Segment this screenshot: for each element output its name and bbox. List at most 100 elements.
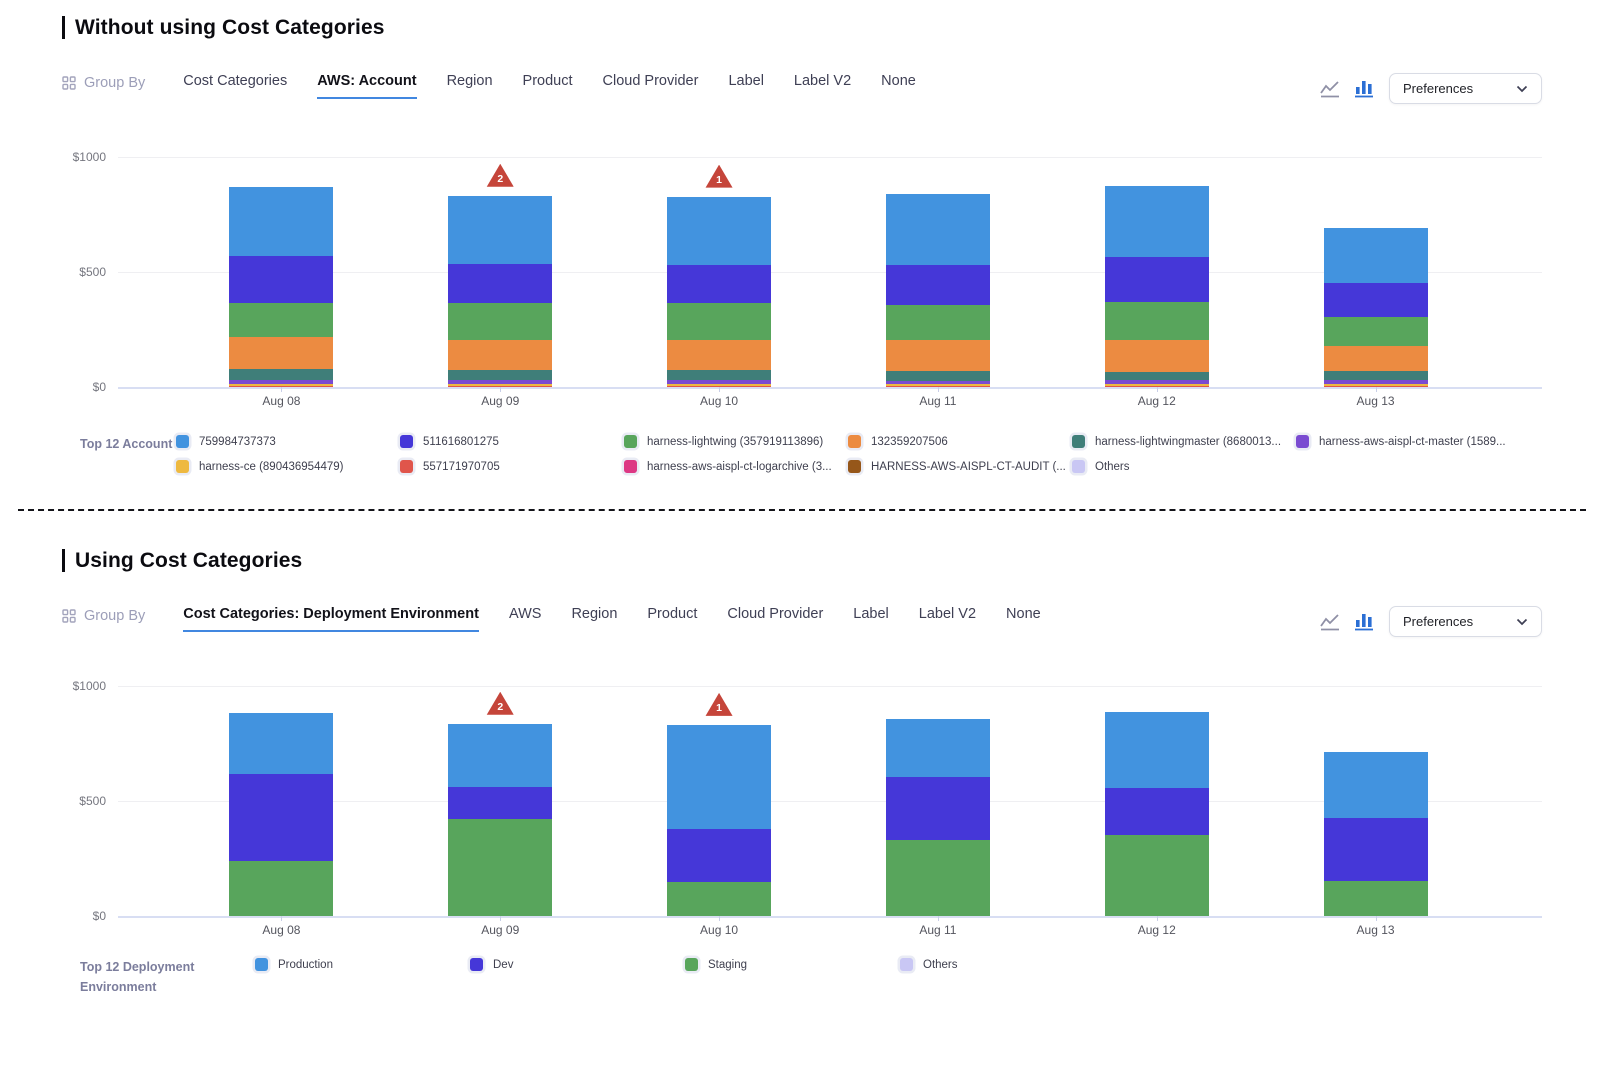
tab-cloud-provider[interactable]: Cloud Provider <box>727 606 823 632</box>
bar-segment-132359207506[interactable] <box>886 340 990 371</box>
bar-segment-dev[interactable] <box>448 787 552 819</box>
bar-segment-511616801275[interactable] <box>1105 257 1209 302</box>
preferences-dropdown[interactable]: Preferences <box>1389 73 1542 104</box>
bar-segment-759984737373[interactable] <box>667 197 771 265</box>
bar-segment-harness-lightwing-357919113896[interactable] <box>886 305 990 340</box>
stacked-bar-aug-13[interactable] <box>1324 228 1428 388</box>
bar-segment-759984737373[interactable] <box>886 194 990 265</box>
legend-item-harness-lightwingmaster-8680013[interactable]: harness-lightwingmaster (8680013... <box>1072 435 1296 448</box>
anomaly-badge[interactable]: 2 <box>487 164 514 187</box>
bar-segment-dev[interactable] <box>1324 818 1428 881</box>
legend-item-others[interactable]: Others <box>900 958 1115 971</box>
legend-item-harness-lightwing-357919113896[interactable]: harness-lightwing (357919113896) <box>624 435 848 448</box>
tab-none[interactable]: None <box>881 73 916 99</box>
bar-segment-511616801275[interactable] <box>1324 283 1428 317</box>
tab-label[interactable]: Label <box>728 73 763 99</box>
legend-item-staging[interactable]: Staging <box>685 958 900 971</box>
tab-cost-categories[interactable]: Cost Categories <box>183 73 287 99</box>
bar-segment-132359207506[interactable] <box>667 340 771 371</box>
bar-segment-production[interactable] <box>667 725 771 829</box>
bar-segment-759984737373[interactable] <box>1324 228 1428 284</box>
stacked-bar-aug-10[interactable] <box>667 197 771 387</box>
tab-cost-categories-deployment-environment[interactable]: Cost Categories: Deployment Environment <box>183 606 479 632</box>
tab-region[interactable]: Region <box>571 606 617 632</box>
bar-segment-harness-lightwing-357919113896[interactable] <box>448 303 552 339</box>
legend-item-others[interactable]: Others <box>1072 460 1296 473</box>
bar-segment-dev[interactable] <box>886 777 990 840</box>
legend-item-dev[interactable]: Dev <box>470 958 685 971</box>
bar-segment-511616801275[interactable] <box>229 256 333 303</box>
bar-segment-132359207506[interactable] <box>1105 340 1209 372</box>
legend-item-132359207506[interactable]: 132359207506 <box>848 435 1072 448</box>
bar-segment-harness-lightwing-357919113896[interactable] <box>1324 317 1428 346</box>
bar-segment-132359207506[interactable] <box>448 340 552 371</box>
tab-label-v2[interactable]: Label V2 <box>919 606 976 632</box>
bar-segment-staging[interactable] <box>448 819 552 917</box>
bar-segment-harness-lightwingmaster-8680013[interactable] <box>886 371 990 381</box>
stacked-bar-aug-09[interactable] <box>448 724 552 916</box>
bar-segment-staging[interactable] <box>1105 835 1209 916</box>
bar-chart-icon[interactable] <box>1354 612 1374 631</box>
legend-item-759984737373[interactable]: 759984737373 <box>176 435 400 448</box>
bar-chart-icon[interactable] <box>1354 79 1374 98</box>
bar-segment-harness-lightwingmaster-8680013[interactable] <box>1105 372 1209 380</box>
stacked-bar-aug-13[interactable] <box>1324 752 1428 916</box>
tab-aws[interactable]: AWS <box>509 606 542 632</box>
bar-segment-511616801275[interactable] <box>448 264 552 303</box>
stacked-bar-aug-10[interactable] <box>667 725 771 916</box>
tab-product[interactable]: Product <box>647 606 697 632</box>
bar-segment-staging[interactable] <box>667 882 771 917</box>
preferences-dropdown[interactable]: Preferences <box>1389 606 1542 637</box>
bar-segment-dev[interactable] <box>667 829 771 882</box>
bar-segment-harness-lightwingmaster-8680013[interactable] <box>1324 371 1428 380</box>
tab-product[interactable]: Product <box>523 73 573 99</box>
bar-segment-production[interactable] <box>886 719 990 777</box>
bar-segment-harness-lightwingmaster-8680013[interactable] <box>229 369 333 379</box>
anomaly-badge[interactable]: 1 <box>706 693 733 716</box>
stacked-bar-aug-08[interactable] <box>229 713 333 916</box>
legend-item-511616801275[interactable]: 511616801275 <box>400 435 624 448</box>
bar-segment-staging[interactable] <box>1324 881 1428 917</box>
line-chart-icon[interactable] <box>1319 80 1341 98</box>
stacked-bar-aug-12[interactable] <box>1105 186 1209 387</box>
stacked-bar-aug-11[interactable] <box>886 194 990 387</box>
bar-segment-harness-lightwingmaster-8680013[interactable] <box>667 370 771 380</box>
bar-segment-harness-lightwing-357919113896[interactable] <box>667 303 771 340</box>
stacked-bar-aug-08[interactable] <box>229 187 333 387</box>
tab-aws-account[interactable]: AWS: Account <box>317 73 416 99</box>
bar-segment-132359207506[interactable] <box>1324 346 1428 370</box>
bar-segment-harness-lightwing-357919113896[interactable] <box>229 303 333 336</box>
tab-cloud-provider[interactable]: Cloud Provider <box>603 73 699 99</box>
tab-region[interactable]: Region <box>447 73 493 99</box>
bar-segment-staging[interactable] <box>886 840 990 916</box>
stacked-bar-aug-11[interactable] <box>886 719 990 916</box>
bar-segment-dev[interactable] <box>1105 788 1209 835</box>
bar-segment-production[interactable] <box>448 724 552 787</box>
bar-segment-production[interactable] <box>229 713 333 774</box>
tab-label-v2[interactable]: Label V2 <box>794 73 851 99</box>
legend-item-harness-aws-aispl-ct-master-1589[interactable]: harness-aws-aispl-ct-master (1589... <box>1296 435 1520 448</box>
bar-segment-511616801275[interactable] <box>886 265 990 305</box>
bar-segment-759984737373[interactable] <box>448 196 552 265</box>
bar-segment-759984737373[interactable] <box>229 187 333 256</box>
stacked-bar-aug-09[interactable] <box>448 196 552 387</box>
bar-segment-production[interactable] <box>1324 752 1428 817</box>
legend-item-557171970705[interactable]: 557171970705 <box>400 460 624 473</box>
bar-segment-harness-lightwing-357919113896[interactable] <box>1105 302 1209 340</box>
bar-segment-harness-lightwingmaster-8680013[interactable] <box>448 370 552 380</box>
legend-item-harness-aws-aispl-ct-audit[interactable]: HARNESS-AWS-AISPL-CT-AUDIT (... <box>848 460 1072 473</box>
anomaly-badge[interactable]: 2 <box>487 692 514 715</box>
bar-segment-staging[interactable] <box>229 861 333 916</box>
line-chart-icon[interactable] <box>1319 613 1341 631</box>
tab-none[interactable]: None <box>1006 606 1041 632</box>
stacked-bar-aug-12[interactable] <box>1105 712 1209 916</box>
bar-segment-511616801275[interactable] <box>667 265 771 303</box>
bar-segment-759984737373[interactable] <box>1105 186 1209 257</box>
bar-segment-dev[interactable] <box>229 774 333 861</box>
anomaly-badge[interactable]: 1 <box>706 165 733 188</box>
legend-item-harness-ce-890436954479[interactable]: harness-ce (890436954479) <box>176 460 400 473</box>
legend-item-harness-aws-aispl-ct-logarchive-3[interactable]: harness-aws-aispl-ct-logarchive (3... <box>624 460 848 473</box>
legend-item-production[interactable]: Production <box>255 958 470 971</box>
tab-label[interactable]: Label <box>853 606 888 632</box>
bar-segment-132359207506[interactable] <box>229 337 333 370</box>
